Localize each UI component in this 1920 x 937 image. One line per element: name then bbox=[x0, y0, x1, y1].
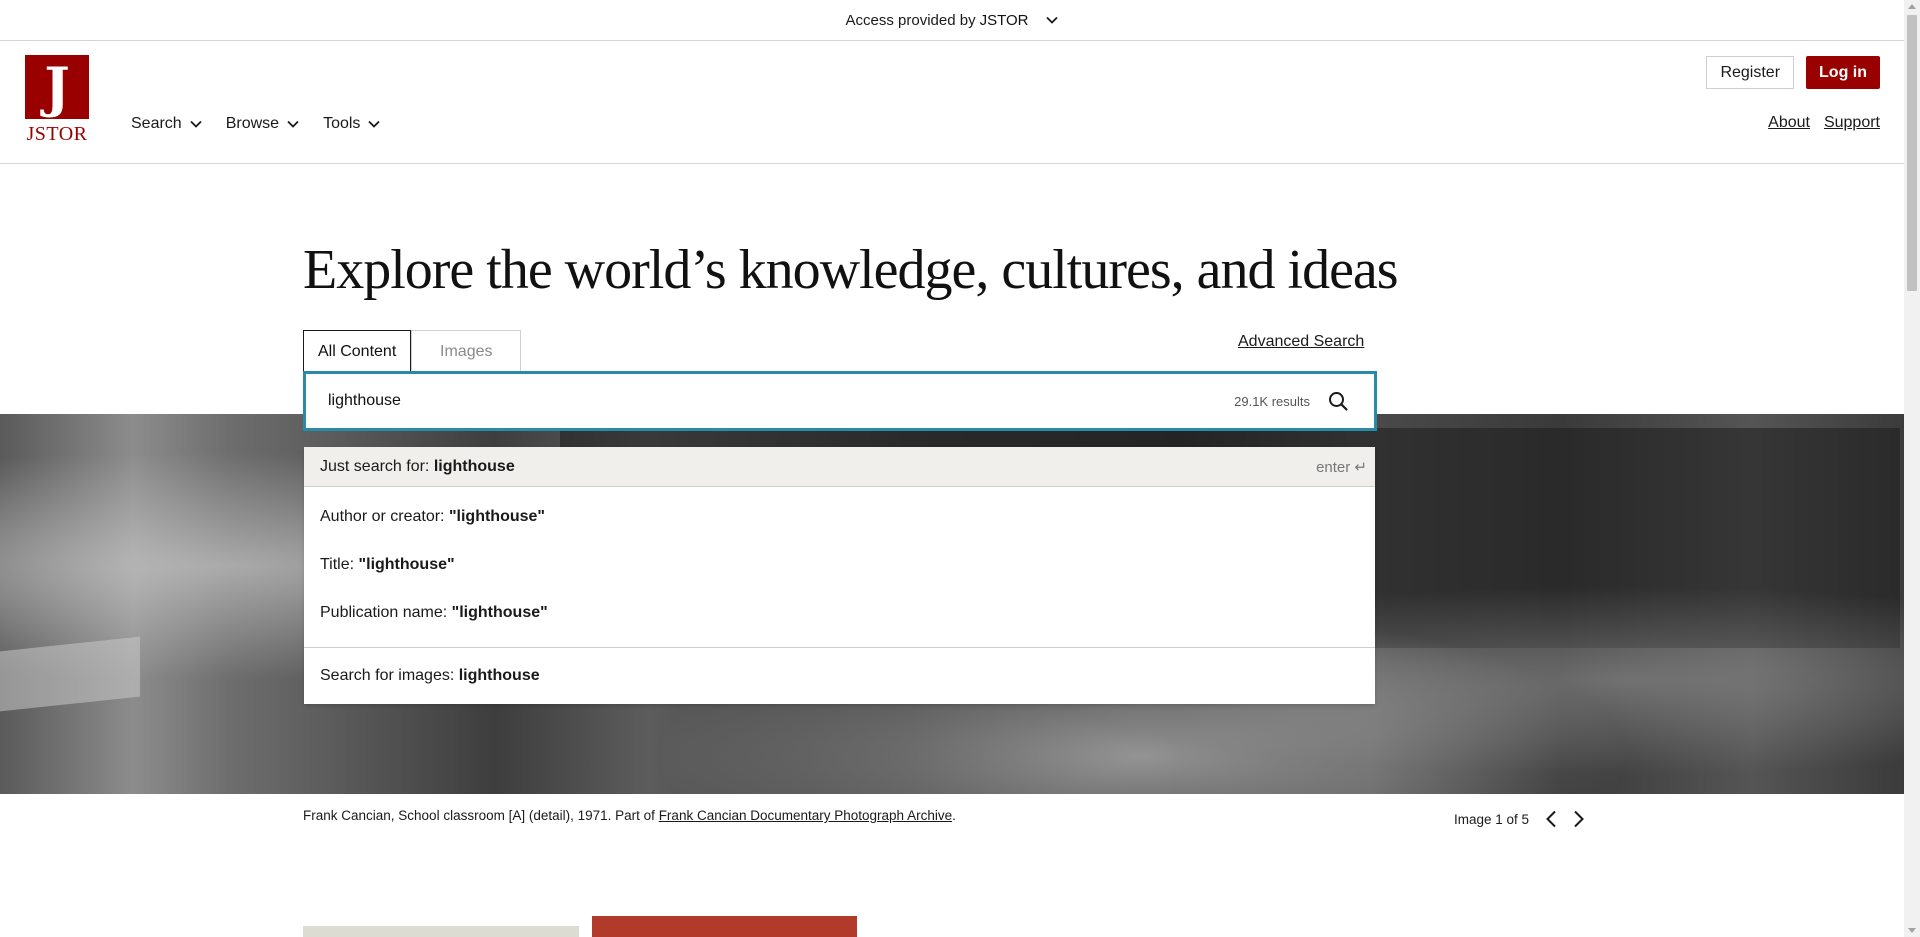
access-bar: Access provided by JSTOR bbox=[0, 0, 1904, 41]
support-link[interactable]: Support bbox=[1824, 114, 1880, 132]
search-input[interactable] bbox=[328, 392, 1235, 410]
nav-tools[interactable]: Tools bbox=[323, 115, 381, 133]
featured-thumbnail[interactable] bbox=[592, 916, 857, 937]
search-scope-tabs: All Content Images bbox=[303, 330, 522, 372]
chevron-down-icon bbox=[287, 120, 299, 128]
suggestion-just-search[interactable]: Just search for: lighthouse enter ↵ bbox=[304, 447, 1375, 487]
header-links: About Support bbox=[1768, 114, 1880, 132]
scrollbar-thumb[interactable] bbox=[1907, 15, 1917, 291]
jstor-logo[interactable]: J JSTOR bbox=[24, 55, 90, 147]
suggestion-publication[interactable]: Publication name: "lighthouse" bbox=[304, 589, 1375, 637]
scroll-down-icon[interactable] bbox=[1908, 928, 1916, 933]
page-title: Explore the world’s knowledge, cultures,… bbox=[303, 239, 1399, 301]
chevron-down-icon bbox=[368, 120, 381, 128]
result-count: 29.1K results bbox=[1234, 393, 1310, 409]
nav-browse[interactable]: Browse bbox=[226, 115, 299, 133]
logo-wordmark: JSTOR bbox=[26, 123, 88, 145]
main-nav: Search Browse Tools bbox=[131, 115, 381, 133]
register-button[interactable]: Register bbox=[1706, 56, 1795, 89]
scroll-up-icon[interactable] bbox=[1908, 4, 1916, 9]
enter-key-hint: enter ↵ bbox=[1316, 458, 1367, 476]
next-image-button[interactable] bbox=[1573, 810, 1585, 828]
suggestion-field-group: Author or creator: "lighthouse" Title: "… bbox=[304, 487, 1375, 648]
tab-images[interactable]: Images bbox=[411, 330, 522, 372]
hero-caption: Frank Cancian, School classroom [A] (det… bbox=[303, 808, 956, 823]
tab-all-content[interactable]: All Content bbox=[303, 330, 412, 372]
search-suggestions: Just search for: lighthouse enter ↵ Auth… bbox=[304, 447, 1375, 704]
search-icon[interactable] bbox=[1328, 391, 1348, 411]
chevron-right-icon bbox=[1574, 810, 1584, 828]
featured-thumbnail[interactable] bbox=[303, 926, 579, 937]
chevron-left-icon bbox=[1546, 810, 1556, 828]
nav-search[interactable]: Search bbox=[131, 115, 202, 133]
chevron-down-icon bbox=[1046, 16, 1059, 24]
nav-search-label: Search bbox=[131, 115, 182, 132]
suggestion-images[interactable]: Search for images: lighthouse bbox=[304, 648, 1375, 704]
nav-browse-label: Browse bbox=[225, 115, 280, 132]
previous-image-button[interactable] bbox=[1545, 810, 1557, 828]
about-link[interactable]: About bbox=[1768, 114, 1810, 132]
suggestion-author[interactable]: Author or creator: "lighthouse" bbox=[304, 493, 1375, 541]
page-scrollbar[interactable] bbox=[1904, 0, 1920, 937]
logo-mark: J bbox=[25, 55, 89, 119]
suggestion-title[interactable]: Title: "lighthouse" bbox=[304, 541, 1375, 589]
access-provider-toggle[interactable]: Access provided by JSTOR bbox=[846, 12, 1059, 29]
access-prefix: Access provided by bbox=[845, 11, 976, 29]
access-provider: JSTOR bbox=[979, 11, 1029, 29]
caption-suffix: . bbox=[952, 808, 956, 823]
caption-text: Frank Cancian, School classroom [A] (det… bbox=[303, 808, 655, 823]
archive-link[interactable]: Frank Cancian Documentary Photograph Arc… bbox=[659, 808, 952, 823]
site-header: J JSTOR Search Browse Tools Register Log… bbox=[0, 41, 1904, 164]
search-box: 29.1K results bbox=[303, 371, 1377, 431]
suggestion-just-search-text: Just search for: lighthouse bbox=[320, 457, 515, 475]
nav-tools-label: Tools bbox=[323, 115, 361, 132]
account-buttons: Register Log in bbox=[1706, 56, 1880, 89]
image-pager: Image 1 of 5 bbox=[1454, 810, 1585, 828]
image-counter: Image 1 of 5 bbox=[1454, 811, 1530, 827]
chevron-down-icon bbox=[190, 120, 202, 128]
login-button[interactable]: Log in bbox=[1806, 56, 1880, 89]
advanced-search-link[interactable]: Advanced Search bbox=[1238, 333, 1364, 351]
